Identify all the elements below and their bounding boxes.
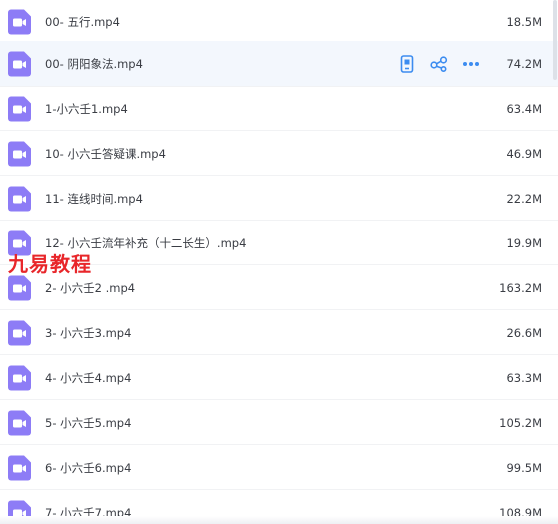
- file-size: 74.2M: [506, 56, 542, 71]
- file-list: 00- 五行.mp4 18.5M 00- 阴阳象法.mp4 74.2M 1-小六…: [0, 0, 558, 524]
- video-file-icon: [8, 9, 31, 34]
- file-size: 22.2M: [506, 191, 542, 206]
- video-file-icon: [8, 455, 31, 480]
- video-file-icon: [8, 320, 31, 345]
- video-file-icon: [8, 365, 31, 390]
- file-name[interactable]: 10- 小六壬答疑课.mp4: [45, 146, 166, 162]
- video-file-icon: [8, 186, 31, 211]
- file-size: 19.9M: [506, 235, 542, 250]
- scrollbar[interactable]: [552, 0, 558, 524]
- file-row[interactable]: 00- 阴阳象法.mp4 74.2M: [0, 41, 558, 87]
- file-size: 46.9M: [506, 146, 542, 161]
- bottom-bar: [0, 516, 558, 524]
- file-name[interactable]: 2- 小六壬2 .mp4: [45, 280, 135, 296]
- file-size: 18.5M: [506, 14, 542, 29]
- watermark: 九易教程: [8, 252, 92, 276]
- video-file-icon: [8, 51, 31, 76]
- file-row[interactable]: 10- 小六壬答疑课.mp4 46.9M: [0, 132, 558, 176]
- file-name[interactable]: 1-小六壬1.mp4: [45, 101, 128, 117]
- file-row[interactable]: 5- 小六壬5.mp4 105.2M: [0, 401, 558, 445]
- file-row[interactable]: 1-小六壬1.mp4 63.4M: [0, 87, 558, 131]
- video-file-icon: [8, 275, 31, 300]
- phone-transfer-icon[interactable]: [398, 54, 416, 73]
- file-name[interactable]: 6- 小六壬6.mp4: [45, 460, 131, 476]
- file-row[interactable]: 6- 小六壬6.mp4 99.5M: [0, 446, 558, 490]
- video-file-icon: [8, 410, 31, 435]
- file-name[interactable]: 5- 小六壬5.mp4: [45, 415, 131, 431]
- video-file-icon: [8, 141, 31, 166]
- share-icon[interactable]: [430, 55, 448, 73]
- file-name[interactable]: 00- 阴阳象法.mp4: [45, 56, 143, 72]
- file-name[interactable]: 4- 小六壬4.mp4: [45, 370, 131, 386]
- file-name[interactable]: 00- 五行.mp4: [45, 14, 120, 30]
- file-name[interactable]: 3- 小六壬3.mp4: [45, 325, 131, 341]
- scroll-thumb[interactable]: [553, 0, 557, 80]
- file-size: 26.6M: [506, 325, 542, 340]
- more-icon[interactable]: [462, 55, 480, 73]
- file-size: 63.4M: [506, 101, 542, 116]
- video-file-icon: [8, 96, 31, 121]
- file-row[interactable]: 4- 小六壬4.mp4 63.3M: [0, 356, 558, 400]
- file-row[interactable]: 11- 连线时间.mp4 22.2M: [0, 177, 558, 221]
- row-actions: [398, 54, 480, 73]
- file-row[interactable]: 00- 五行.mp4 18.5M: [0, 0, 558, 44]
- file-name[interactable]: 11- 连线时间.mp4: [45, 191, 143, 207]
- file-size: 99.5M: [506, 460, 542, 475]
- file-row[interactable]: 3- 小六壬3.mp4 26.6M: [0, 311, 558, 355]
- file-size: 63.3M: [506, 370, 542, 385]
- file-size: 163.2M: [499, 280, 542, 295]
- file-size: 105.2M: [499, 415, 542, 430]
